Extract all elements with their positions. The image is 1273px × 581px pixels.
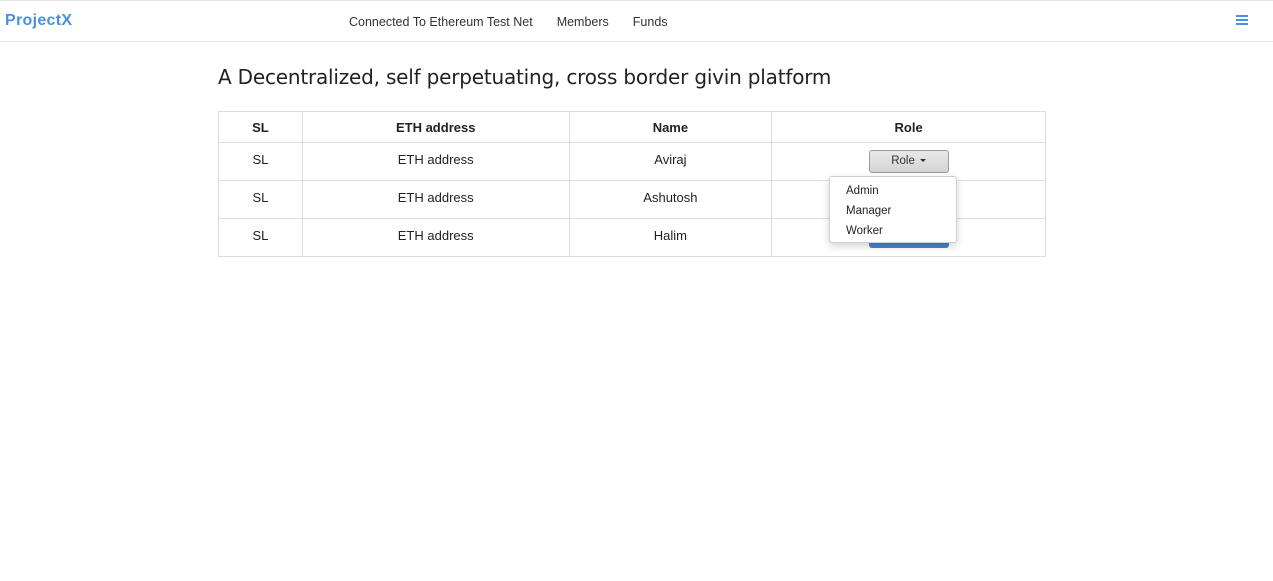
caret-down-icon bbox=[920, 159, 927, 163]
brand-logo[interactable]: ProjectX bbox=[5, 12, 72, 30]
header-role: Role bbox=[771, 111, 1046, 143]
role-dropdown-menu: Admin Manager Worker bbox=[829, 176, 957, 243]
cell-role: Role bbox=[771, 142, 1046, 181]
table-row: SL ETH address Aviraj Role bbox=[218, 142, 1046, 181]
nav-link-funds[interactable]: Funds bbox=[621, 15, 680, 29]
cell-eth-address: ETH address bbox=[301, 142, 570, 181]
nav-link-members[interactable]: Members bbox=[545, 15, 621, 29]
role-dropdown-button[interactable]: Role bbox=[868, 150, 949, 173]
nav-link-network-status[interactable]: Connected To Ethereum Test Net bbox=[337, 15, 545, 29]
hamburger-icon[interactable] bbox=[1236, 15, 1248, 26]
dropdown-item-admin[interactable]: Admin bbox=[830, 182, 956, 202]
cell-name: Halim bbox=[568, 218, 773, 257]
cell-name: Aviraj bbox=[568, 142, 773, 181]
header-sl: SL bbox=[218, 111, 303, 143]
dropdown-item-manager[interactable]: Manager bbox=[830, 202, 956, 222]
cell-eth-address: ETH address bbox=[301, 218, 570, 257]
header-name: Name bbox=[568, 111, 773, 143]
top-navbar: ProjectX Connected To Ethereum Test Net … bbox=[0, 0, 1273, 42]
page-title: A Decentralized, self perpetuating, cros… bbox=[218, 65, 832, 89]
header-eth-address: ETH address bbox=[301, 111, 570, 143]
cell-sl: SL bbox=[218, 142, 303, 181]
role-button-label: Role bbox=[891, 155, 915, 167]
cell-sl: SL bbox=[218, 218, 303, 257]
nav-links: Connected To Ethereum Test Net Members F… bbox=[337, 1, 680, 42]
cell-sl: SL bbox=[218, 180, 303, 219]
cell-eth-address: ETH address bbox=[301, 180, 570, 219]
dropdown-item-worker[interactable]: Worker bbox=[830, 222, 956, 242]
table-header-row: SL ETH address Name Role bbox=[218, 111, 1046, 143]
cell-name: Ashutosh bbox=[568, 180, 773, 219]
